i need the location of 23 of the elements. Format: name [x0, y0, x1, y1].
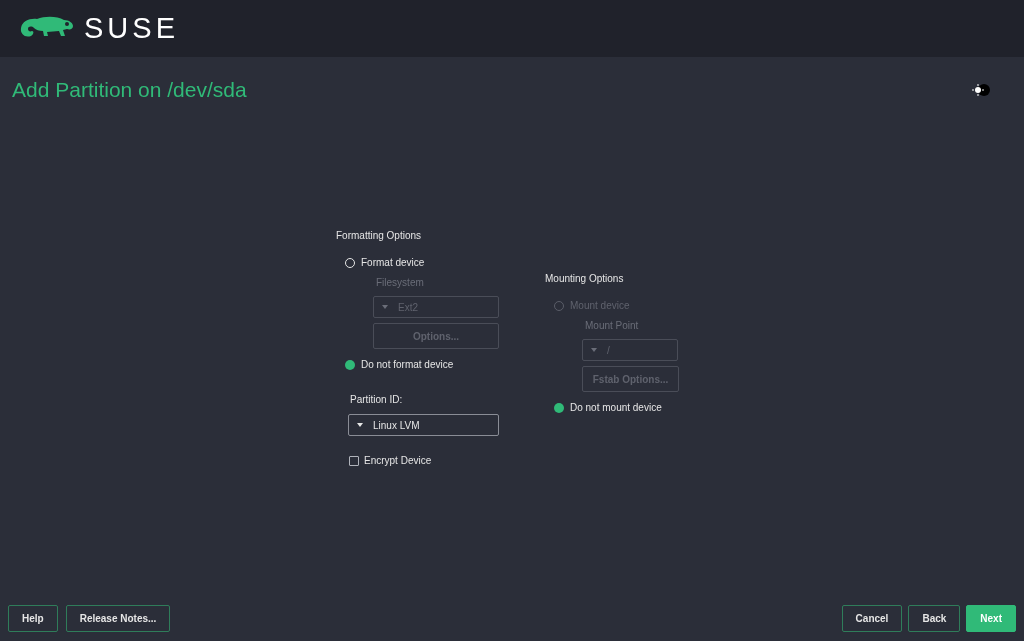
footer-button[interactable]: Cancel — [841, 605, 903, 632]
radio-label: Do not mount device — [570, 401, 662, 415]
field-label: Partition ID: — [350, 393, 404, 407]
checkbox[interactable] — [349, 455, 359, 466]
section-heading: Formatting Options — [336, 229, 423, 243]
field-label: Mount Point — [585, 319, 640, 333]
footer-button[interactable]: Back — [908, 605, 961, 632]
footer-button[interactable]: Release Notes... — [65, 605, 171, 632]
page-title: Add Partition on /dev/sda — [12, 77, 247, 103]
section-heading: Mounting Options — [545, 272, 625, 286]
field-label: Filesystem — [376, 276, 425, 290]
caret-icon — [591, 348, 597, 352]
dropdown[interactable]: Linux LVM — [348, 414, 499, 436]
radio-button[interactable] — [345, 359, 355, 370]
theme-toggle-icon[interactable] — [971, 83, 991, 97]
caret-icon — [382, 305, 388, 309]
checkbox-label: Encrypt Device — [364, 454, 432, 468]
radio-button[interactable] — [554, 402, 564, 413]
footer-button[interactable]: Help — [8, 605, 58, 632]
logo-text: SUSE — [84, 14, 179, 43]
radio-label: Do not format device — [361, 358, 454, 372]
caret-icon — [357, 423, 363, 427]
radio-label: Format device — [361, 256, 425, 270]
